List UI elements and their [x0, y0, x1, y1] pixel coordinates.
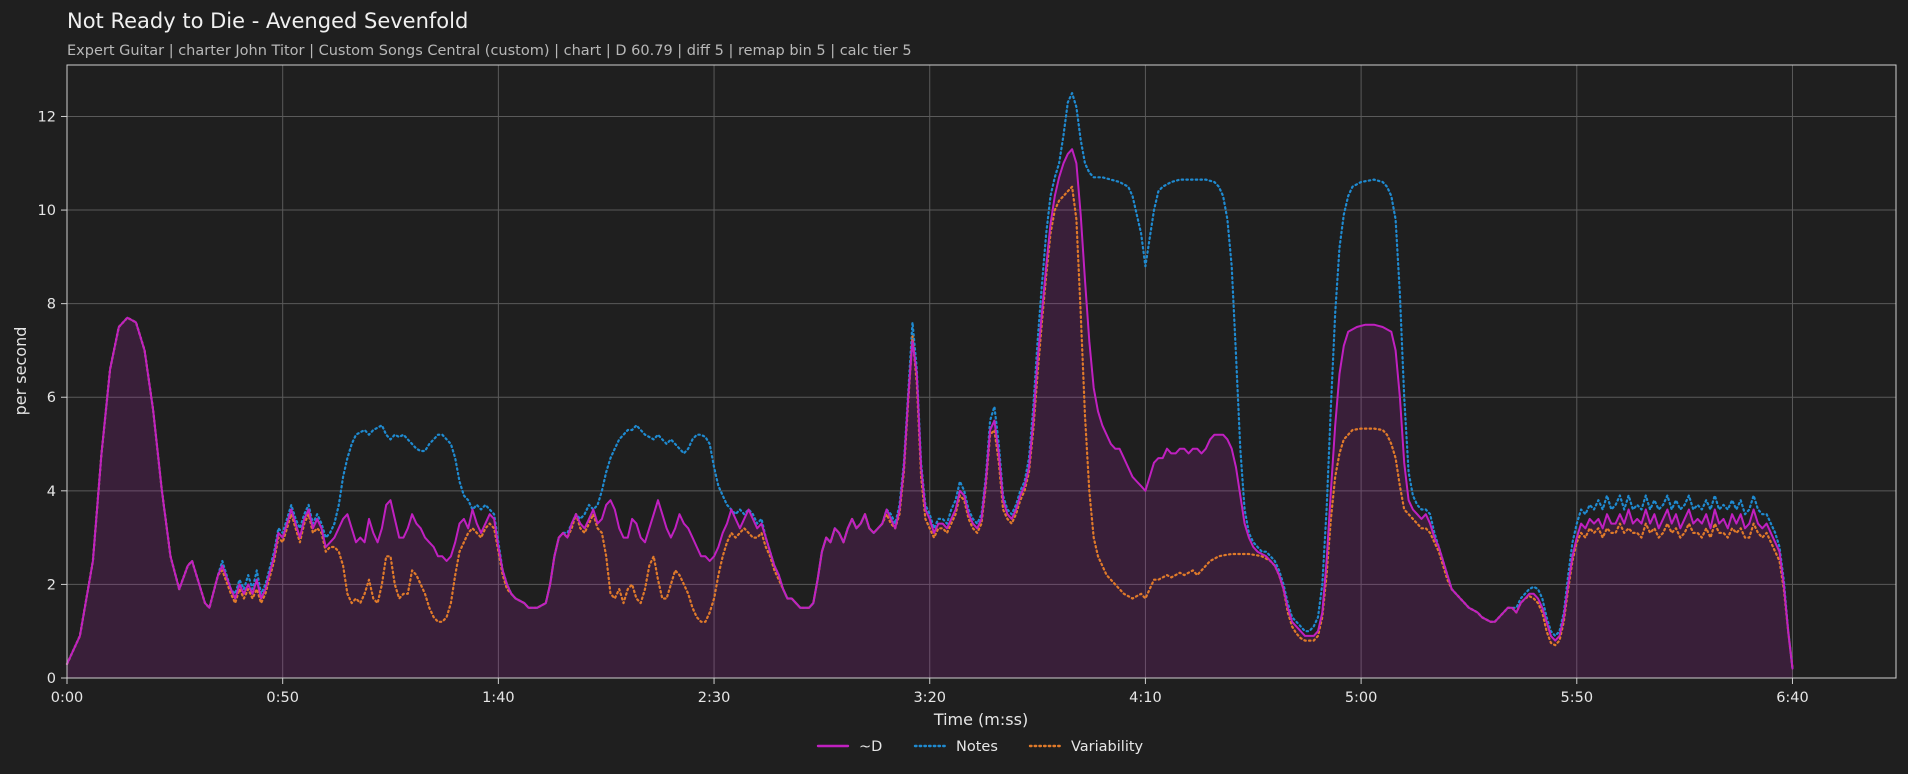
chart-root: Not Ready to Die - Avenged Sevenfold Exp… [0, 0, 1908, 774]
x-axis-label: Time (m:ss) [933, 710, 1028, 729]
y-tick-label: 6 [47, 390, 56, 406]
y-tick-layer: 0 2 4 6 8 10 12 [38, 109, 67, 687]
y-tick-label: 4 [47, 484, 56, 500]
x-tick-label: 2:30 [698, 690, 731, 706]
chart-title: Not Ready to Die - Avenged Sevenfold [67, 9, 468, 33]
y-tick-label: 10 [38, 203, 56, 219]
legend: ~D Notes Variability [816, 739, 1144, 755]
y-axis-label: per second [11, 327, 30, 416]
x-tick-label: 5:50 [1561, 690, 1594, 706]
x-tick-label: 4:10 [1129, 690, 1162, 706]
x-tick-layer: 0:00 0:50 1:40 2:30 3:20 4:10 5:00 5:50 6:40 [51, 678, 1809, 706]
x-tick-label: 1:40 [482, 690, 515, 706]
legend-label: Notes [956, 739, 998, 755]
y-tick-label: 2 [47, 577, 56, 593]
y-tick-label: 0 [47, 671, 56, 687]
chart-subtitle: Expert Guitar | charter John Titor | Cus… [67, 43, 912, 59]
legend-label: ~D [859, 739, 882, 755]
x-tick-label: 5:00 [1345, 690, 1378, 706]
legend-label: Variability [1071, 739, 1144, 755]
y-tick-label: 12 [38, 109, 56, 125]
x-tick-label: 0:50 [266, 690, 299, 706]
chart-svg: Not Ready to Die - Avenged Sevenfold Exp… [11, 9, 1897, 755]
x-tick-label: 6:40 [1776, 690, 1809, 706]
x-tick-label: 0:00 [51, 690, 84, 706]
x-tick-label: 3:20 [913, 690, 946, 706]
y-tick-label: 8 [47, 297, 56, 313]
